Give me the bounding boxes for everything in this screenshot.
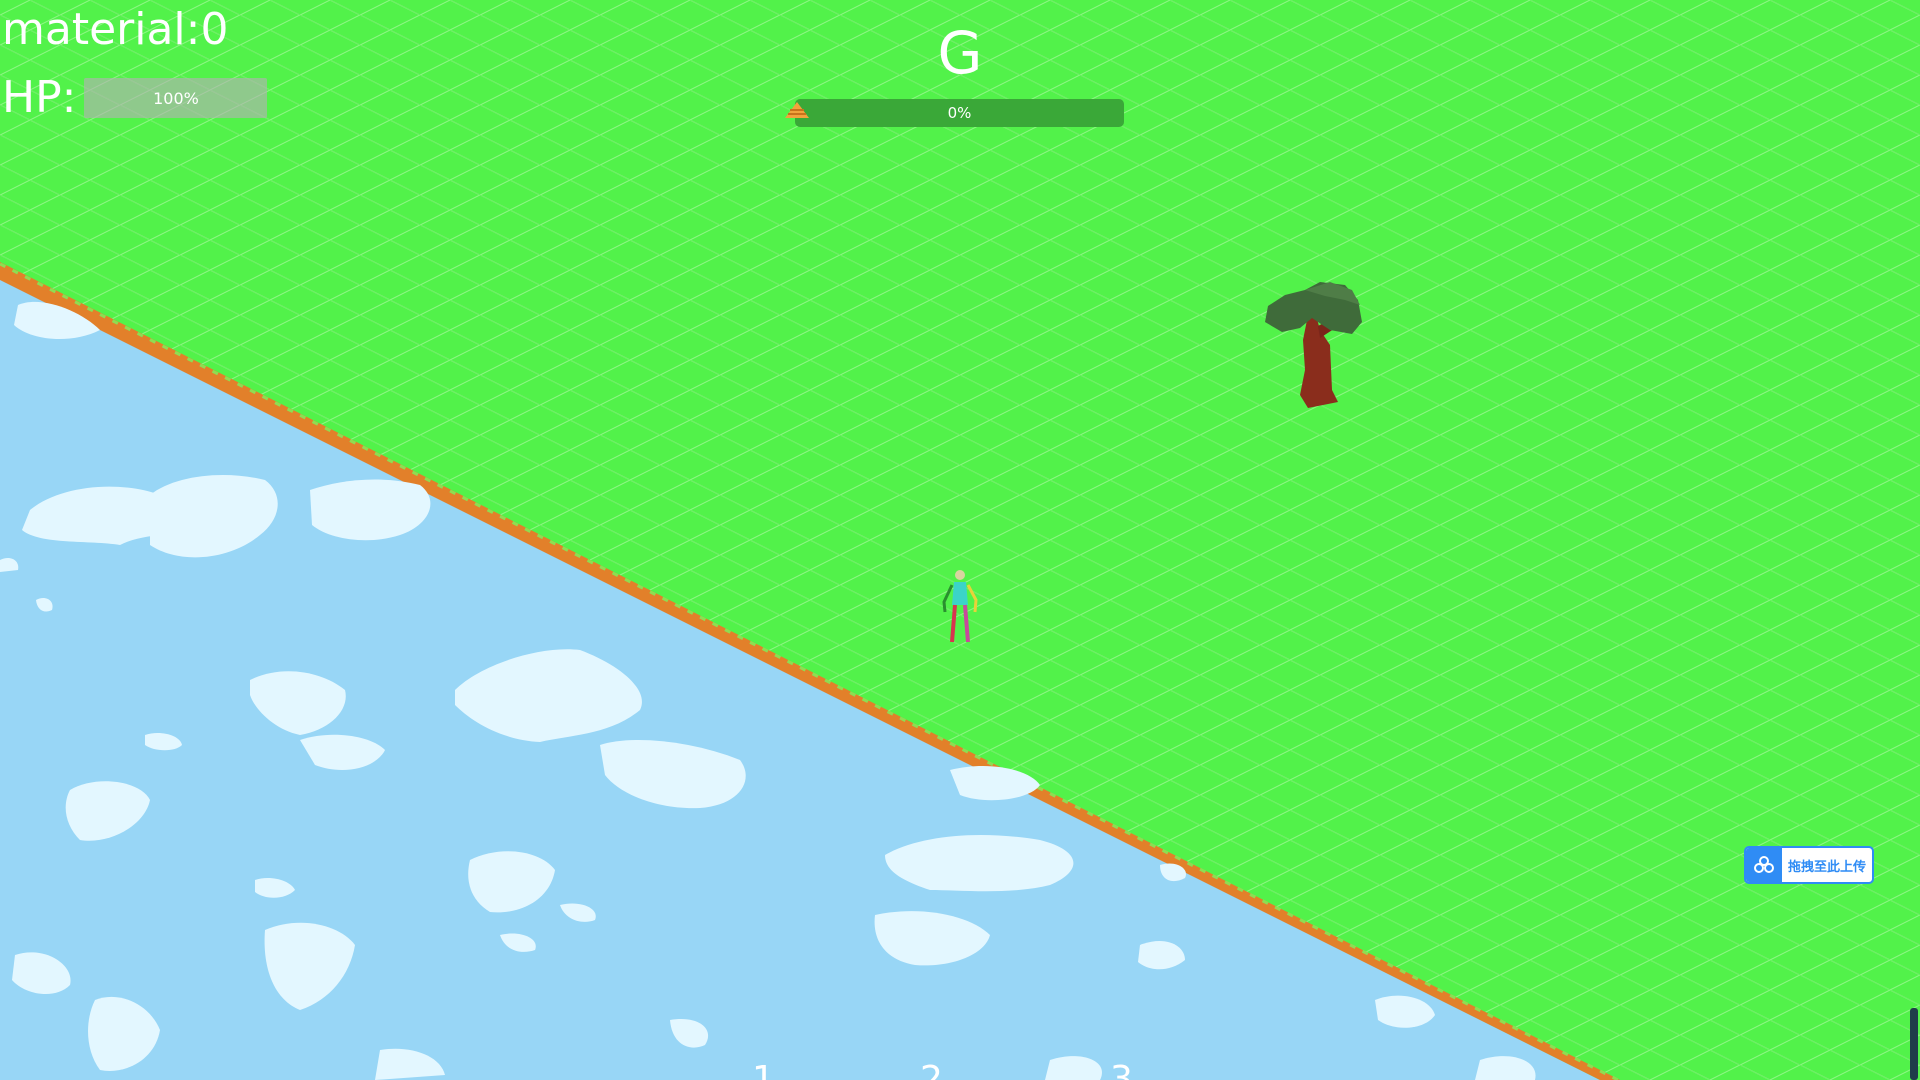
hp-row: HP: 100% xyxy=(2,72,268,124)
game-viewport[interactable]: material:0 HP: 100% G 0% 1 2 3 拖拽至此上传 xyxy=(0,0,1920,1080)
hp-bar: 100% xyxy=(84,78,268,118)
hotbar-slot-1[interactable]: 1 xyxy=(752,1060,775,1080)
wave-progress-text: 0% xyxy=(947,104,972,122)
cloud-share-icon xyxy=(1746,848,1782,882)
hp-label: HP: xyxy=(2,72,77,123)
triangle-warning-icon xyxy=(785,102,809,118)
material-counter: material:0 xyxy=(2,4,229,55)
hotbar-slot-3[interactable]: 3 xyxy=(1110,1060,1133,1080)
wave-letter: G xyxy=(937,19,983,87)
hp-percent-text: 100% xyxy=(153,88,199,108)
upload-drop-label: 拖拽至此上传 xyxy=(1787,859,1866,875)
world-scene[interactable] xyxy=(0,0,1920,1080)
upload-drop-button[interactable]: 拖拽至此上传 xyxy=(1744,846,1874,884)
wave-progress-bar: 0% xyxy=(795,99,1124,127)
hotbar-slot-2[interactable]: 2 xyxy=(920,1060,943,1080)
edge-scrollbar[interactable] xyxy=(1910,1008,1918,1080)
